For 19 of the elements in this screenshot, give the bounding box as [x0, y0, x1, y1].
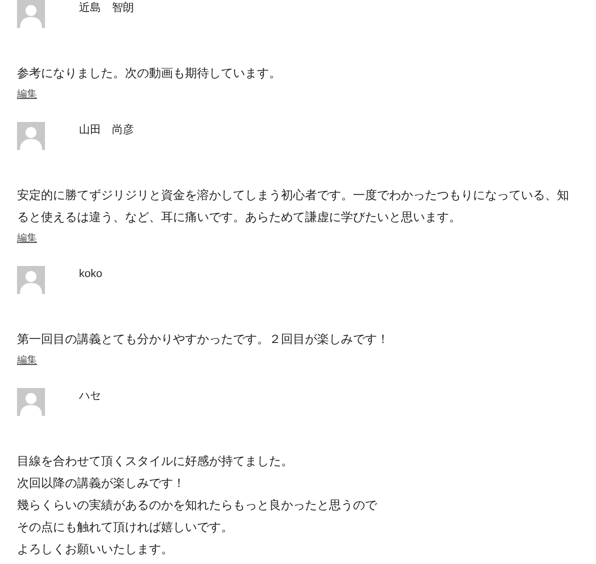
comment-text: 第一回目の講義とても分かりやすかったです。２回目が楽しみです！ [17, 331, 390, 348]
comment-author: 山田 尚彦 [79, 123, 134, 137]
edit-link[interactable]: 編集 [17, 355, 37, 367]
comment-text: よろしくお願いいたします。 [17, 541, 174, 558]
comment-text: その点にも触れて頂ければ嬉しいです。 [17, 519, 234, 536]
avatar-icon [17, 122, 45, 150]
edit-link[interactable]: 編集 [17, 233, 37, 245]
comment-text: 目線を合わせて頂くスタイルに好感が持てました。 [17, 453, 294, 470]
comment-text: 安定的に勝てずジリジリと資金を溶かしてしまう初心者です。一度でわかったつもりになっている、知ると使えるは違う、など、耳に痛いです。あらためて謙虚に学びたいと思います。 [17, 187, 570, 226]
comment-text: 次回以降の講義が楽しみです！ [17, 475, 186, 492]
edit-link[interactable]: 編集 [17, 89, 37, 101]
comment-author: 近島 智朗 [79, 1, 134, 15]
comment-author: ハセ [79, 389, 101, 403]
comment-text: 幾らくらいの実績があるのかを知れたらもっと良かったと思うので [17, 497, 378, 514]
comment-text: 参考になりました。次の動画も期待しています。 [17, 65, 282, 82]
avatar-icon [17, 266, 45, 294]
avatar-icon [17, 388, 45, 416]
comment-author: koko [79, 267, 102, 281]
avatar-icon [17, 0, 45, 28]
